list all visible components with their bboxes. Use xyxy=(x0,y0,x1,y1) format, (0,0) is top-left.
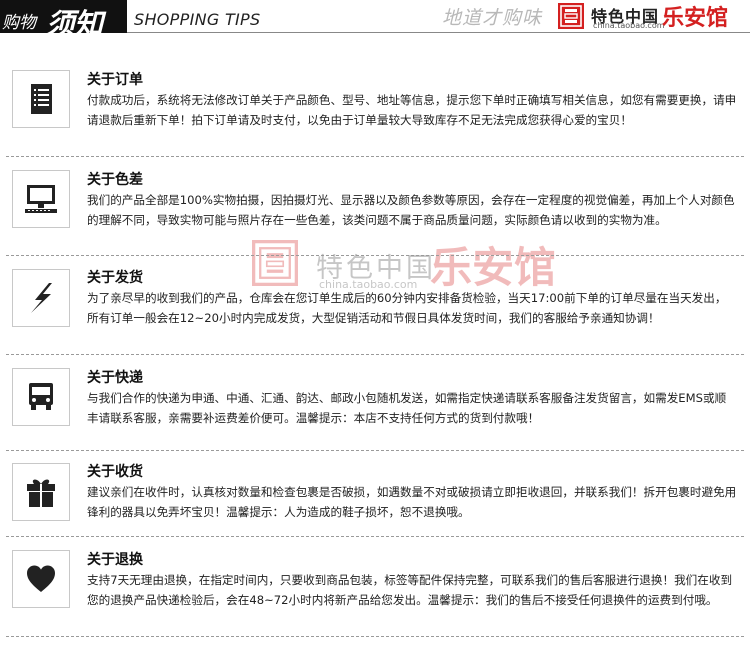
express-icon-box xyxy=(12,368,70,426)
section-divider xyxy=(6,636,744,637)
watermark-shop-text: 乐安馆 xyxy=(430,243,556,292)
section-title: 关于快递 xyxy=(87,370,143,386)
order-icon-box xyxy=(12,70,70,128)
section-body: 为了亲尽早的收到我们的产品，仓库会在您订单生成后的60分钟内安排备货检验，当天1… xyxy=(87,291,727,325)
section-body: 建议亲们在收件时，认真核对数量和检查包裹是否破损，如遇数量不对或破损请立即拒收退… xyxy=(87,485,737,519)
section-title: 关于订单 xyxy=(87,72,143,88)
section-title: 关于发货 xyxy=(87,270,143,286)
shop-logo-text: 乐安馆 xyxy=(662,5,728,30)
section-title: 关于退换 xyxy=(87,552,143,568)
section-body: 支持7天无理由退换，在指定时间内，只要收到商品包装，标签等配件保持完整，可联系我… xyxy=(87,573,733,607)
brand-seal-icon xyxy=(558,3,584,29)
receiving-icon-box xyxy=(12,463,70,521)
header-rule xyxy=(127,32,750,33)
watermark-shop-logo: 乐安馆 xyxy=(430,243,556,292)
returns-icon-box xyxy=(12,550,70,608)
section-divider xyxy=(6,450,744,451)
watermark-brand: 特色中国 xyxy=(316,253,436,284)
section-title: 关于色差 xyxy=(87,172,143,188)
delivery-truck-icon xyxy=(29,383,53,410)
title-english: SHOPPING TIPS xyxy=(134,10,261,29)
section-divider xyxy=(6,536,744,537)
slogan-text: 地道才购味 xyxy=(442,7,543,29)
section-title: 关于收货 xyxy=(87,464,143,480)
section-body: 付款成功后，系统将无法修改订单关于产品颜色、型号、地址等信息，提示您下单时正确填… xyxy=(87,93,737,127)
heart-icon xyxy=(27,565,55,592)
section-divider xyxy=(6,354,744,355)
shipping-icon-box xyxy=(12,269,70,327)
computer-monitor-icon xyxy=(25,185,57,213)
title-big: 须知 xyxy=(46,7,103,41)
brand-url: china.taobao.com xyxy=(593,21,665,30)
section-divider xyxy=(6,255,744,256)
shop-logo: 乐安馆 xyxy=(662,5,728,30)
section-body: 我们的产品全部是100%实物拍摄，因拍摄灯光、显示器以及颜色参数等原因，会存在一… xyxy=(87,193,735,227)
title-small: 购物 xyxy=(2,13,36,33)
document-list-icon xyxy=(31,84,52,114)
color-icon-box xyxy=(12,170,70,228)
section-divider xyxy=(6,156,744,157)
title-banner: 购物 须知 xyxy=(0,0,127,41)
watermark-seal-icon xyxy=(252,240,298,286)
page-header: 购物 须知 SHOPPING TIPS 地道才购味 特色中国 china.tao… xyxy=(0,0,750,41)
section-body: 与我们合作的快递为申通、中通、汇通、韵达、邮政小包随机发送，如需指定快递请联系客… xyxy=(87,391,727,425)
gift-box-icon xyxy=(27,479,55,507)
lightning-icon xyxy=(31,283,52,313)
